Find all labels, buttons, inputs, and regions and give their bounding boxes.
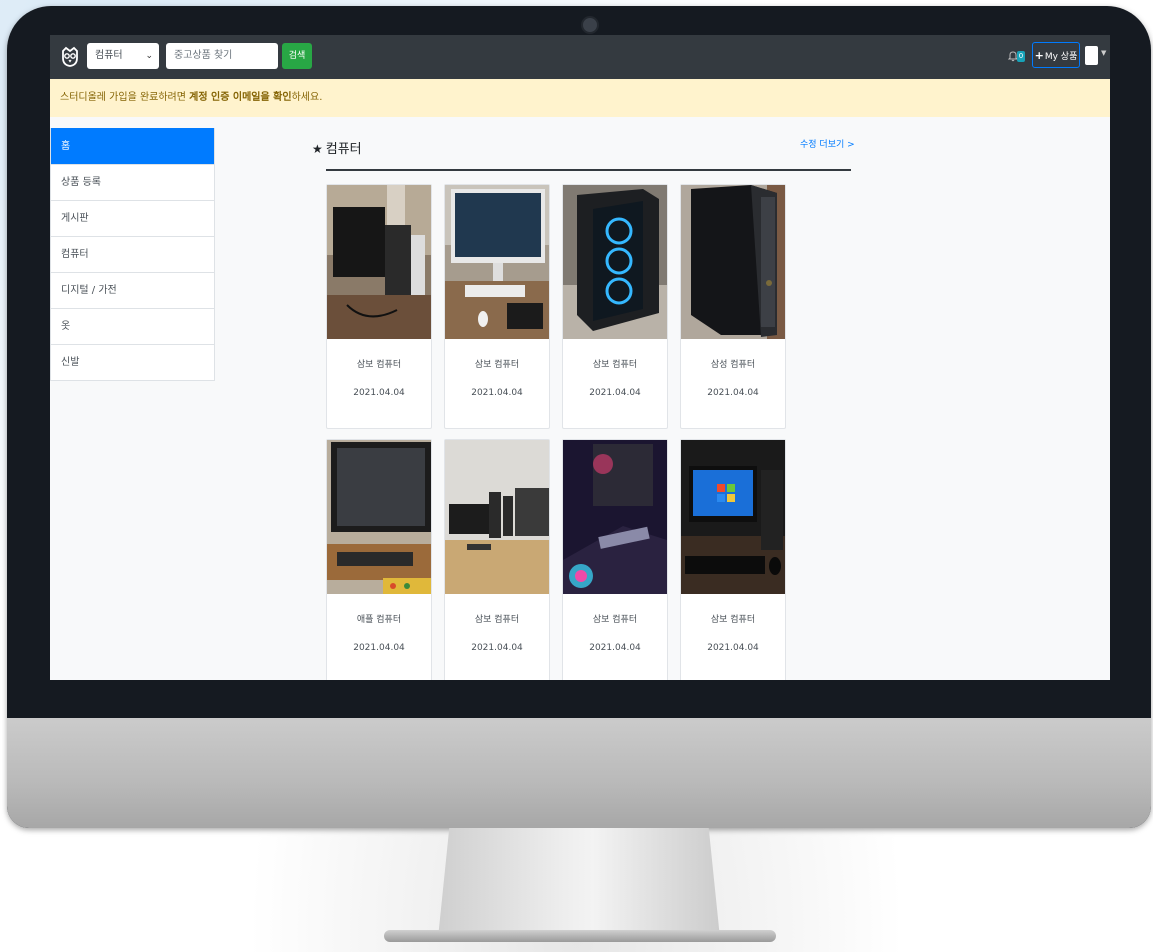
navbar: 컴퓨터 ⌄ 중고상품 찾기 검색 0 +My 상품 ▼ [50,35,1110,79]
avatar[interactable] [1085,46,1098,65]
caret-down-icon[interactable]: ▼ [1101,49,1106,57]
product-card[interactable]: 삼보 컴퓨터 2021.04.04 [326,184,432,429]
alert-prefix: 스터디올레 가입을 완료하려면 [60,92,190,103]
camera-dot [581,16,599,34]
product-card[interactable]: 삼보 컴퓨터 2021.04.04 [562,439,668,680]
section-title-text: 컴퓨터 [325,142,362,157]
product-card[interactable]: 애플 컴퓨터 2021.04.04 [326,439,432,680]
product-date: 2021.04.04 [353,388,405,398]
product-name: 삼보 컴퓨터 [356,360,402,370]
search-placeholder: 중고상품 찾기 [174,50,233,61]
white-monitor-photo [445,185,549,339]
gaming-setup-photo [563,440,667,594]
verification-alert: 스터디올레 가입을 완료하려면 계정 인증 이메일을 확인하세요. [50,79,1110,117]
product-name: 삼보 컴퓨터 [592,360,638,370]
monitor-and-tower-photo [327,185,431,339]
chevron-down-icon: ⌄ [145,51,153,61]
product-name: 삼성 컴퓨터 [710,360,756,370]
product-card[interactable]: 삼성 컴퓨터 2021.04.04 [680,184,786,429]
category-select-value: 컴퓨터 [95,50,123,61]
product-name: 삼보 컴퓨터 [710,615,756,625]
search-button[interactable]: 검색 [282,43,312,69]
owl-logo-icon[interactable] [59,46,81,68]
alert-suffix: 하세요. [291,92,323,103]
sidebar-item-board[interactable]: 게시판 [51,200,214,236]
product-card[interactable]: 삼보 컴퓨터 2021.04.04 [444,439,550,680]
product-date: 2021.04.04 [589,388,641,398]
category-select[interactable]: 컴퓨터 ⌄ [87,43,159,69]
product-card[interactable]: 삼보 컴퓨터 2021.04.04 [680,439,786,680]
product-name: 애플 컴퓨터 [356,615,402,625]
monitor-stand [438,828,720,938]
sidebar-item-shoes[interactable]: 신발 [51,344,214,380]
product-card[interactable]: 삼보 컴퓨터 2021.04.04 [562,184,668,429]
monitor-frame: 컴퓨터 ⌄ 중고상품 찾기 검색 0 +My 상품 ▼ 스터디올레 가입을 완료… [7,6,1151,828]
section-title: ★ 컴퓨터 [312,138,362,157]
my-products-label: My 상품 [1044,52,1078,62]
sidebar-item-computer[interactable]: 컴퓨터 [51,236,214,272]
windows7-desktop-photo [681,440,785,594]
rgb-tower-photo [563,185,667,339]
search-input[interactable]: 중고상품 찾기 [166,43,278,69]
product-date: 2021.04.04 [589,643,641,653]
plus-icon: + [1034,49,1044,62]
product-name: 삼보 컴퓨터 [474,360,520,370]
product-card[interactable]: 삼보 컴퓨터 2021.04.04 [444,184,550,429]
sidebar: 홈 상품 등록 게시판 컴퓨터 디지털 / 가전 옷 신발 [50,128,215,381]
stand-foot [384,930,776,942]
section-divider [326,169,851,171]
black-tower-photo [681,185,785,339]
notification-badge: 0 [1017,51,1025,62]
sidebar-item-clothes[interactable]: 옷 [51,308,214,344]
my-products-button[interactable]: +My 상품 [1032,42,1080,68]
product-date: 2021.04.04 [707,643,759,653]
more-link[interactable]: 수정 더보기 > [800,137,855,150]
all-in-one-photo [327,440,431,594]
alert-emphasis: 계정 인증 이메일을 확인 [189,92,292,103]
sidebar-item-register[interactable]: 상품 등록 [51,164,214,200]
desk-computers-photo [445,440,549,594]
product-name: 삼보 컴퓨터 [592,615,638,625]
sidebar-item-digital[interactable]: 디지털 / 가전 [51,272,214,308]
product-name: 삼보 컴퓨터 [474,615,520,625]
screen: 컴퓨터 ⌄ 중고상품 찾기 검색 0 +My 상품 ▼ 스터디올레 가입을 완료… [50,35,1110,680]
product-date: 2021.04.04 [471,388,523,398]
star-icon: ★ [312,142,323,156]
product-date: 2021.04.04 [353,643,405,653]
product-date: 2021.04.04 [707,388,759,398]
sidebar-item-home[interactable]: 홈 [51,128,214,164]
monitor-chin [7,718,1151,828]
product-date: 2021.04.04 [471,643,523,653]
